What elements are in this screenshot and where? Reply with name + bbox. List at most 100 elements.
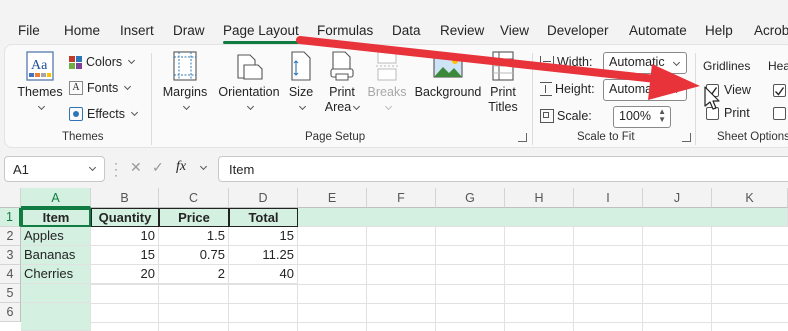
select-all-corner[interactable] — [0, 188, 21, 208]
print-titles-icon — [491, 51, 515, 81]
row-header-1[interactable]: 1 — [0, 208, 21, 227]
column-header-e[interactable]: E — [298, 188, 367, 208]
name-box[interactable]: A1 — [4, 156, 105, 182]
ribbon: Aa Themes Colors A Fonts Effects Themes — [4, 44, 788, 148]
tab-insert[interactable]: Insert — [120, 23, 154, 38]
column-header-c[interactable]: C — [159, 188, 229, 208]
more-options-icon: · · · — [114, 156, 118, 182]
row-header-3[interactable]: 3 — [0, 246, 21, 265]
effects-button[interactable]: Effects — [69, 107, 139, 121]
group-separator — [695, 53, 696, 145]
column-header-d[interactable]: D — [229, 188, 298, 208]
row-1-empty-cells[interactable] — [298, 208, 788, 227]
gridlines-label: Gridlines — [703, 59, 751, 73]
print-area-icon — [329, 51, 355, 81]
orientation-icon — [234, 51, 264, 81]
cancel-icon[interactable]: ✕ — [130, 159, 142, 176]
colors-button[interactable]: Colors — [69, 55, 136, 69]
row-header-2[interactable]: 2 — [0, 227, 21, 246]
cell-a1[interactable]: Item — [21, 208, 91, 227]
enter-icon[interactable]: ✓ — [152, 159, 164, 176]
print-titles-button[interactable]: Print Titles — [483, 51, 523, 115]
insert-function-icon[interactable]: fx — [176, 159, 186, 175]
column-header-b[interactable]: B — [91, 188, 159, 208]
gridlines-view-label: View — [724, 83, 751, 97]
tab-acrobat[interactable]: Acrobat — [754, 23, 788, 38]
margins-button[interactable]: Margins — [159, 51, 211, 111]
tab-view[interactable]: View — [500, 23, 529, 38]
margins-icon — [172, 51, 198, 81]
cell-c1[interactable]: Price — [159, 208, 229, 227]
tab-review[interactable]: Review — [440, 23, 484, 38]
background-button[interactable]: Background — [409, 51, 487, 100]
breaks-button[interactable]: Breaks — [367, 51, 407, 111]
themes-icon: Aa — [26, 51, 54, 81]
column-header-k[interactable]: K — [712, 188, 788, 208]
mouse-cursor-icon — [704, 86, 720, 110]
print-area-button[interactable]: Print Area — [321, 51, 363, 115]
colors-icon — [69, 55, 82, 69]
height-select[interactable]: Automatic — [603, 79, 687, 101]
height-icon — [540, 82, 552, 96]
fonts-button[interactable]: A Fonts — [69, 81, 132, 95]
cell-d1[interactable]: Total — [229, 208, 298, 227]
column-header-f[interactable]: F — [367, 188, 436, 208]
column-header-j[interactable]: J — [643, 188, 712, 208]
row-header-4[interactable]: 4 — [0, 265, 21, 284]
tab-home[interactable]: Home — [64, 23, 100, 38]
sheet-options-group-label: Sheet Options — [717, 131, 788, 143]
scale-to-fit-launcher-icon[interactable] — [682, 133, 691, 142]
width-select[interactable]: Automatic — [603, 52, 687, 74]
orientation-button[interactable]: Orientation — [213, 51, 285, 111]
cell-a5[interactable] — [21, 284, 91, 303]
breaks-icon — [376, 51, 398, 81]
checkmark-icon — [775, 87, 785, 96]
scale-input[interactable]: 100% ▲ ▼ — [613, 106, 671, 128]
size-button[interactable]: Size — [285, 51, 317, 111]
tab-developer[interactable]: Developer — [547, 23, 609, 38]
headings-view-checkbox[interactable] — [773, 84, 786, 97]
tab-automate[interactable]: Automate — [629, 23, 687, 38]
tab-draw[interactable]: Draw — [173, 23, 205, 38]
scale-row: Scale: — [540, 109, 592, 123]
fonts-icon: A — [69, 81, 83, 95]
tab-data[interactable]: Data — [392, 23, 421, 38]
size-icon — [290, 51, 312, 81]
headings-print-checkbox[interactable] — [773, 107, 786, 120]
gridlines-print-label: Print — [724, 106, 750, 120]
formula-bar-buttons: · · · ✕ ✓ fx — [110, 156, 214, 182]
formula-input[interactable]: Item — [218, 156, 788, 182]
svg-text:Aa: Aa — [31, 58, 48, 73]
width-icon — [540, 56, 554, 68]
cell-a2[interactable]: Apples — [21, 227, 91, 246]
row-header-6[interactable]: 6 — [0, 303, 21, 322]
scale-to-fit-group-label: Scale to Fit — [577, 131, 635, 143]
page-setup-launcher-icon[interactable] — [518, 133, 527, 142]
headings-label: Hea — [768, 59, 788, 73]
column-header-g[interactable]: G — [436, 188, 505, 208]
empty-cells-gridlines — [91, 227, 788, 331]
column-header-h[interactable]: H — [505, 188, 574, 208]
group-separator — [532, 53, 533, 145]
cell-b1[interactable]: Quantity — [91, 208, 159, 227]
scale-icon — [540, 109, 554, 123]
worksheet-grid[interactable]: A B C D E F G H I J K 1 2 3 4 5 6 Item Q… — [0, 188, 788, 331]
tab-formulas[interactable]: Formulas — [317, 23, 373, 38]
effects-icon — [69, 107, 83, 121]
tab-page-layout[interactable]: Page Layout — [223, 23, 299, 38]
cell-a3[interactable]: Bananas — [21, 246, 91, 265]
column-header-a[interactable]: A — [21, 188, 91, 208]
row-header-5[interactable]: 5 — [0, 284, 21, 303]
tab-file[interactable]: File — [18, 23, 40, 38]
ribbon-tabs: File Home Insert Draw Page Layout Formul… — [0, 0, 788, 44]
height-row: Height: — [540, 82, 595, 96]
themes-button[interactable]: Aa Themes — [15, 51, 65, 111]
cell-a4[interactable]: Cherries — [21, 265, 91, 284]
width-row: Width: — [540, 55, 592, 69]
background-image-icon — [433, 51, 463, 81]
tab-help[interactable]: Help — [705, 23, 733, 38]
cell-a6[interactable] — [21, 303, 91, 331]
scale-spinner-icon[interactable]: ▲ ▼ — [658, 108, 666, 124]
column-header-i[interactable]: I — [574, 188, 643, 208]
page-setup-group-label: Page Setup — [305, 131, 366, 143]
